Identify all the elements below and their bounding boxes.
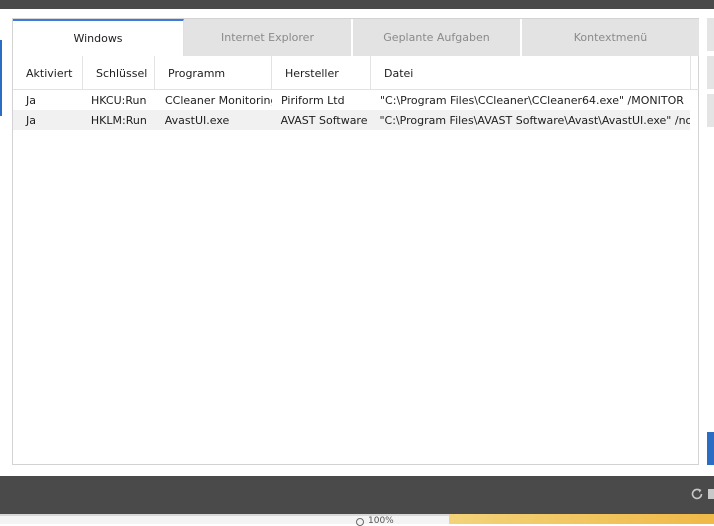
background-image [449, 514, 714, 524]
cell-programm: CCleaner Monitoring [165, 93, 272, 107]
tab-internet-explorer[interactable]: Internet Explorer [184, 19, 353, 56]
cell-hersteller: AVAST Software [280, 113, 368, 127]
window-top-bar [0, 0, 714, 9]
tab-label: Internet Explorer [221, 31, 314, 44]
header-filler [691, 56, 699, 89]
footer-bar [0, 476, 714, 514]
side-button[interactable] [707, 94, 714, 127]
table-row[interactable]: Ja HKLM:Run AvastUI.exe AVAST Software "… [13, 110, 690, 130]
side-panel [707, 18, 714, 465]
refresh-icon[interactable] [690, 487, 704, 501]
cell-datei: "C:\Program Files\CCleaner\CCleaner64.ex… [380, 93, 684, 107]
cell-schluessel: HKCU:Run [91, 93, 147, 107]
cell-schluessel: HKLM:Run [90, 113, 147, 127]
background-strip: 100% [0, 514, 714, 526]
tab-bar: Windows Internet Explorer Geplante Aufga… [13, 19, 699, 56]
tab-kontextmenu[interactable]: Kontextmenü [522, 19, 699, 56]
cell-aktiviert: Ja [26, 93, 36, 107]
side-button[interactable] [707, 18, 714, 51]
table-row[interactable]: Ja HKCU:Run CCleaner Monitoring Piriform… [13, 90, 699, 110]
cell-hersteller: Piriform Ltd [281, 93, 345, 107]
side-primary-button[interactable] [707, 432, 714, 465]
tab-label: Geplante Aufgaben [383, 31, 490, 44]
footer-button[interactable] [708, 489, 714, 499]
side-button[interactable] [707, 56, 714, 89]
tab-label: Kontextmenü [573, 31, 648, 44]
column-header-schluessel[interactable]: Schlüssel [83, 56, 155, 90]
selection-indicator [0, 40, 2, 116]
table-header: Aktiviert Schlüssel Programm Hersteller … [13, 56, 699, 90]
tab-geplante-aufgaben[interactable]: Geplante Aufgaben [353, 19, 522, 56]
cell-datei: "C:\Program Files\AVAST Software\Avast\A… [379, 113, 690, 127]
tab-label: Windows [73, 32, 123, 45]
zoom-level: 100% [368, 516, 394, 526]
column-header-hersteller[interactable]: Hersteller [272, 56, 371, 90]
startup-dialog: Windows Internet Explorer Geplante Aufga… [12, 18, 699, 465]
tab-windows[interactable]: Windows [13, 19, 184, 56]
cell-programm: AvastUI.exe [164, 113, 230, 127]
zoom-icon [356, 518, 364, 526]
startup-table: Aktiviert Schlüssel Programm Hersteller … [13, 56, 699, 130]
column-header-programm[interactable]: Programm [155, 56, 272, 90]
column-header-aktiviert[interactable]: Aktiviert [13, 56, 83, 90]
column-header-datei[interactable]: Datei [371, 56, 691, 90]
cell-aktiviert: Ja [26, 113, 36, 127]
